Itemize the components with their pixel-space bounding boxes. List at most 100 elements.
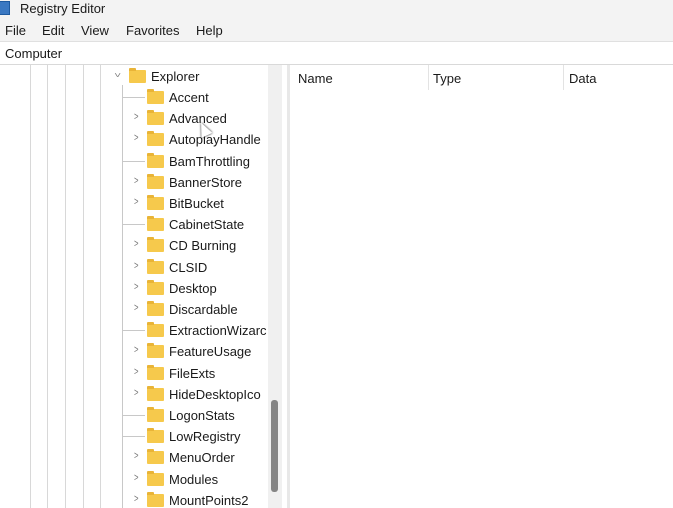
tree-item-label: Modules	[169, 471, 219, 487]
tree-item[interactable]: > BannerStore	[0, 172, 266, 193]
column-header-data[interactable]: Data	[569, 71, 596, 86]
folder-icon	[147, 449, 164, 465]
chevron-right-icon[interactable]: >	[134, 175, 139, 187]
tree-item-label: ExtractionWizarc	[169, 323, 267, 339]
chevron-down-icon[interactable]: >	[111, 73, 123, 78]
tree-item[interactable]: LowRegistry	[0, 426, 266, 447]
tree-item-label: LogonStats	[169, 408, 235, 423]
tree-item[interactable]: > CD Burning	[0, 235, 266, 256]
tree-connector-line	[123, 436, 145, 438]
chevron-right-icon[interactable]: >	[134, 493, 139, 505]
menu-bar: File Edit View Favorites Help	[0, 20, 673, 42]
tree-item-label: FileExts	[169, 365, 216, 381]
tree-item[interactable]: > Discardable	[0, 299, 266, 320]
tree-item[interactable]: > Desktop	[0, 278, 266, 299]
tree-item-label: CabinetState	[169, 217, 245, 233]
tree-item-label: MountPoints2	[169, 492, 249, 508]
folder-icon	[147, 89, 164, 104]
scrollbar-thumb[interactable]	[271, 400, 278, 492]
folder-icon	[147, 470, 164, 486]
folder-icon	[147, 110, 164, 126]
folder-icon	[147, 364, 164, 380]
address-bar[interactable]: Computer	[0, 42, 673, 65]
window-title: Registry Editor	[20, 1, 106, 16]
values-list[interactable]: Name Type Data	[290, 65, 673, 508]
chevron-right-icon[interactable]: >	[134, 281, 139, 293]
registry-tree[interactable]: > Explorer Accent > Advanced > AutoplayHandl…	[0, 65, 287, 508]
tree-item-explorer[interactable]: > Explorer	[0, 66, 266, 87]
tree-connector-line	[123, 160, 145, 162]
tree-item[interactable]: > MenuOrder	[0, 447, 266, 468]
tree-item-label: AutoplayHandle	[169, 132, 261, 148]
tree-item[interactable]: LogonStats	[0, 405, 266, 426]
tree-item[interactable]: > Modules	[0, 469, 266, 490]
tree-item[interactable]: > CLSID	[0, 257, 266, 278]
folder-icon	[147, 237, 164, 253]
tree-item[interactable]: CabinetState	[0, 214, 266, 235]
chevron-right-icon[interactable]: >	[134, 302, 139, 314]
tree-item[interactable]: Accent	[0, 87, 266, 108]
tree-item-label: Discardable	[169, 302, 238, 317]
tree-item[interactable]: ExtractionWizarc	[0, 320, 267, 341]
menu-edit[interactable]: Edit	[42, 23, 64, 38]
tree-item[interactable]: > FileExts	[0, 363, 266, 384]
tree-connector-line	[123, 330, 145, 332]
tree-item[interactable]: > HideDesktopIco	[0, 384, 266, 405]
tree-item-label: BamThrottling	[169, 153, 250, 169]
tree-item-label: LowRegistry	[169, 429, 241, 445]
menu-favorites[interactable]: Favorites	[126, 23, 179, 38]
tree-connector-line	[123, 97, 145, 98]
column-divider[interactable]	[563, 65, 564, 90]
menu-view[interactable]: View	[81, 23, 109, 38]
chevron-right-icon[interactable]: >	[134, 196, 139, 208]
folder-icon	[147, 258, 164, 274]
registry-editor-app-icon	[0, 1, 10, 15]
tree-item-label: BannerStore	[169, 174, 242, 190]
tree-item[interactable]: > Advanced	[0, 108, 266, 129]
column-header-type[interactable]: Type	[433, 71, 461, 86]
chevron-right-icon[interactable]: >	[134, 472, 139, 484]
folder-icon	[147, 152, 164, 168]
tree-item[interactable]: BamThrottling	[0, 151, 266, 172]
chevron-right-icon[interactable]: >	[134, 132, 139, 144]
tree-connector-line	[123, 415, 145, 416]
chevron-right-icon[interactable]: >	[134, 450, 139, 462]
column-divider[interactable]	[428, 65, 429, 90]
tree-item[interactable]: > FeatureUsage	[0, 341, 266, 362]
folder-icon	[147, 322, 164, 338]
tree-item-label: MenuOrder	[169, 450, 235, 466]
column-header-name[interactable]: Name	[298, 71, 333, 86]
tree-scrollbar[interactable]	[268, 65, 282, 508]
title-bar: Registry Editor	[0, 0, 673, 20]
folder-icon	[147, 428, 164, 444]
tree-item-label: BitBucket	[169, 196, 224, 211]
chevron-right-icon[interactable]: >	[134, 366, 139, 378]
tree-item-label: CD Burning	[169, 238, 237, 254]
folder-icon	[147, 131, 164, 147]
tree-item[interactable]: > AutoplayHandle	[0, 129, 266, 150]
folder-icon	[147, 279, 164, 295]
folder-icon	[147, 491, 164, 507]
folder-icon	[147, 343, 164, 359]
menu-file[interactable]: File	[5, 23, 26, 38]
folder-icon	[147, 216, 164, 232]
chevron-right-icon[interactable]: >	[134, 260, 139, 272]
tree-item-label: Accent	[169, 90, 209, 105]
tree-connector-line	[123, 224, 145, 226]
folder-icon	[147, 173, 164, 189]
folder-icon	[147, 407, 164, 422]
chevron-right-icon[interactable]: >	[134, 111, 139, 123]
tree-item[interactable]: > BitBucket	[0, 193, 266, 214]
tree-item-label: Explorer	[151, 69, 200, 84]
folder-icon	[129, 68, 146, 83]
chevron-right-icon[interactable]: >	[134, 238, 139, 250]
tree-item-label: HideDesktopIco	[169, 386, 261, 402]
folder-icon	[147, 385, 164, 401]
chevron-right-icon[interactable]: >	[134, 387, 139, 399]
chevron-right-icon[interactable]: >	[134, 344, 139, 356]
folder-icon	[147, 195, 164, 210]
menu-help[interactable]: Help	[196, 23, 223, 38]
tree-item[interactable]: > MountPoints2	[0, 490, 266, 508]
tree-item-label: CLSID	[169, 259, 208, 275]
address-path[interactable]: Computer	[5, 46, 62, 61]
